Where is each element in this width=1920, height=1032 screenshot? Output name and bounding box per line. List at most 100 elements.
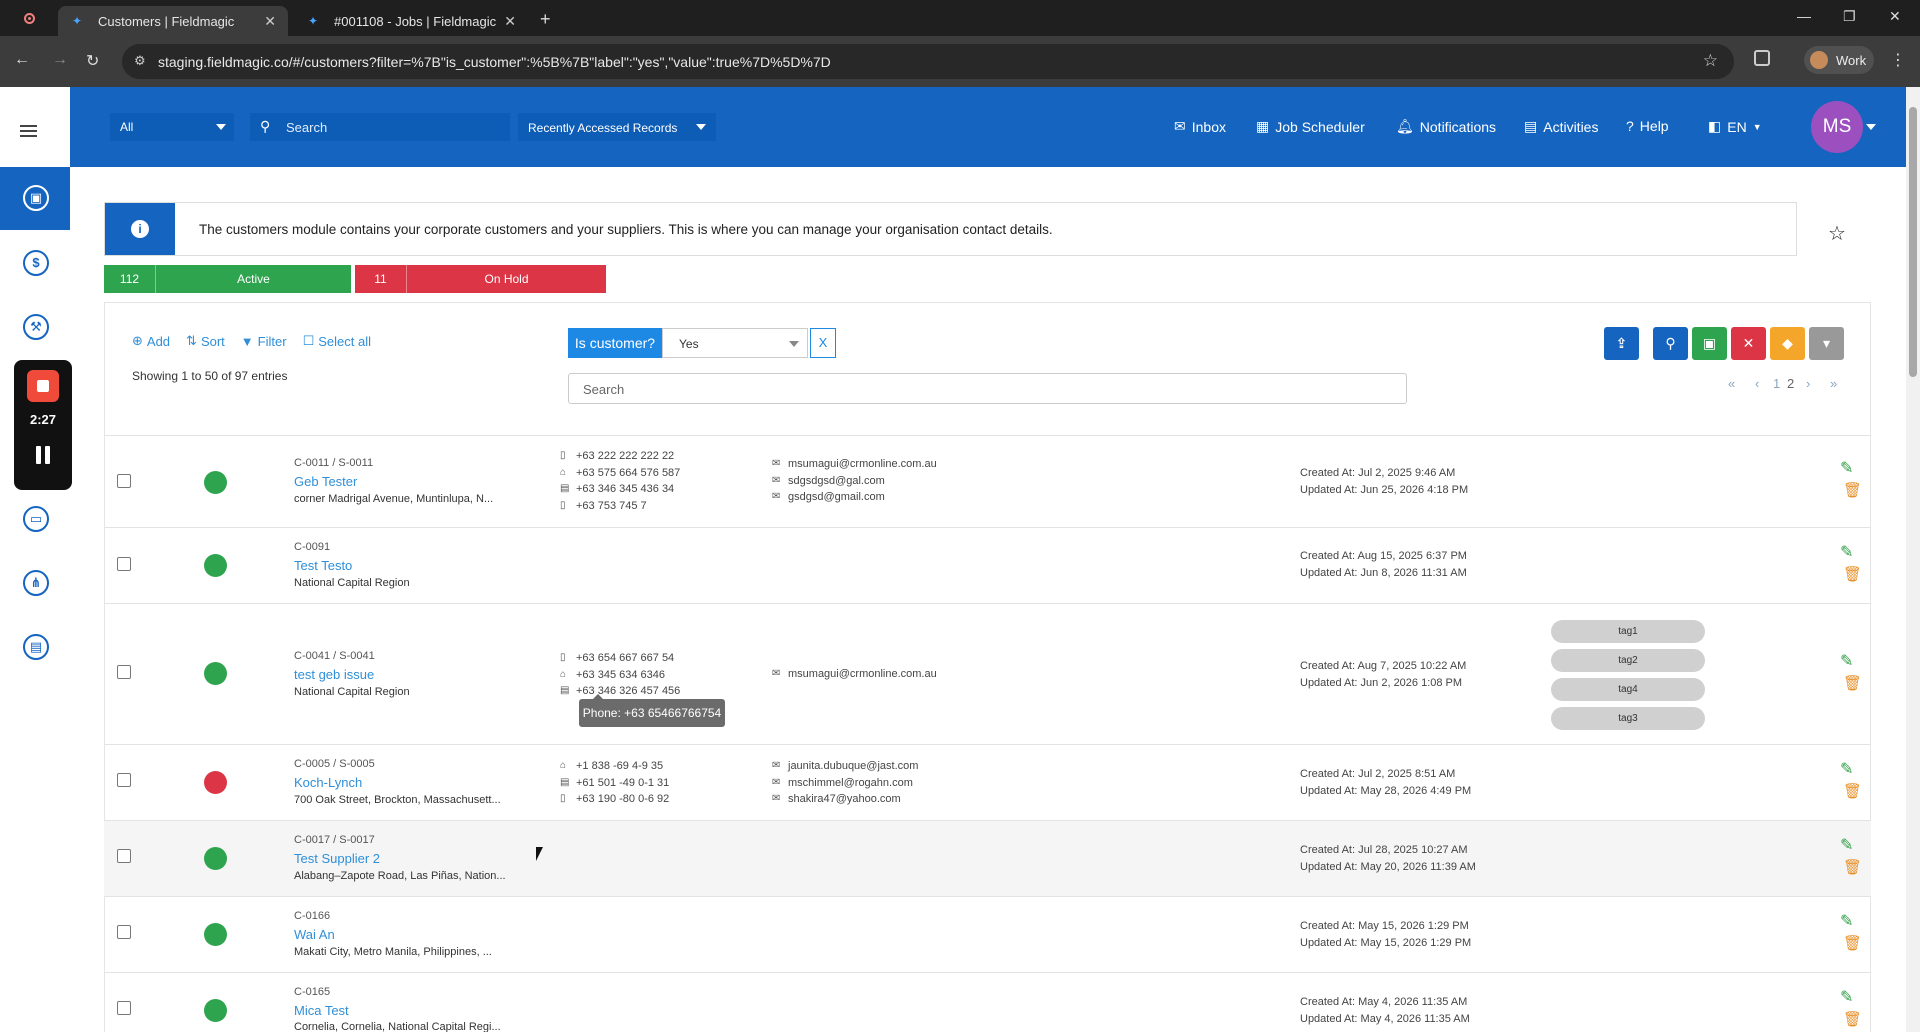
- phone-number[interactable]: +63 190 -80 0-6 92: [576, 791, 669, 808]
- phone-number[interactable]: +63 654 667 667 54: [576, 650, 674, 667]
- phone-number[interactable]: +63 346 345 436 34: [576, 481, 674, 498]
- global-search-input[interactable]: ⚲ Search: [250, 113, 510, 141]
- email-address[interactable]: shakira47@yahoo.com: [788, 791, 901, 808]
- hamburger-menu-icon[interactable]: [0, 87, 70, 167]
- bookmark-star-icon[interactable]: ☆: [1703, 51, 1718, 71]
- status-filter-active[interactable]: 112 Active: [104, 265, 351, 293]
- email-address[interactable]: sdgsdgsd@gal.com: [788, 473, 885, 490]
- phone-number[interactable]: +63 346 326 457 456: [576, 683, 680, 700]
- row-checkbox[interactable]: [117, 925, 131, 939]
- reload-icon[interactable]: ↻: [86, 51, 99, 71]
- close-window-icon[interactable]: ✕: [1889, 8, 1901, 25]
- trash-icon[interactable]: 🗑︎: [1843, 782, 1862, 800]
- more-actions-button[interactable]: ▾: [1809, 327, 1844, 360]
- edit-pencil-icon[interactable]: ✎: [1840, 458, 1853, 478]
- dollar-icon[interactable]: $: [23, 250, 49, 276]
- edit-pencil-icon[interactable]: ✎: [1840, 987, 1853, 1007]
- workflow-icon[interactable]: ⋔: [23, 570, 49, 596]
- table-row[interactable]: C-0166 Wai An Makati City, Metro Manila,…: [104, 896, 1871, 972]
- email-address[interactable]: msumagui@crmonline.com.au: [788, 456, 937, 473]
- customer-name-link[interactable]: Koch-Lynch: [294, 775, 362, 790]
- pause-icon[interactable]: [36, 446, 50, 464]
- status-filter-on-hold[interactable]: 11 On Hold: [355, 265, 606, 293]
- page-2[interactable]: 2: [1787, 376, 1794, 391]
- add-button[interactable]: ⊕ Add: [132, 333, 170, 349]
- table-row[interactable]: C-0011 / S-0011 Geb Tester corner Madrig…: [104, 435, 1871, 527]
- email-address[interactable]: mschimmel@rogahn.com: [788, 775, 913, 792]
- wrench-icon[interactable]: ⚒: [23, 314, 49, 340]
- trash-icon[interactable]: 🗑︎: [1843, 481, 1862, 499]
- trash-icon[interactable]: 🗑︎: [1843, 565, 1862, 583]
- document-icon[interactable]: ▤: [23, 634, 49, 660]
- email-address[interactable]: gsdgsd@gmail.com: [788, 489, 885, 506]
- row-checkbox[interactable]: [117, 1001, 131, 1015]
- table-row[interactable]: C-0041 / S-0041 test geb issue National …: [104, 603, 1871, 744]
- nav-activities[interactable]: ▤ Activities: [1524, 118, 1598, 135]
- customer-name-link[interactable]: Mica Test: [294, 1003, 349, 1018]
- customer-name-link[interactable]: test geb issue: [294, 667, 374, 682]
- table-row[interactable]: C-0005 / S-0005 Koch-Lynch 700 Oak Stree…: [104, 744, 1871, 820]
- row-checkbox[interactable]: [117, 849, 131, 863]
- row-checkbox[interactable]: [117, 474, 131, 488]
- edit-pencil-icon[interactable]: ✎: [1840, 835, 1853, 855]
- address-bar[interactable]: ⚙ staging.fieldmagic.co/#/customers?filt…: [122, 44, 1734, 79]
- customer-name-link[interactable]: Test Supplier 2: [294, 851, 380, 866]
- minimize-icon[interactable]: —: [1797, 8, 1811, 24]
- trash-icon[interactable]: 🗑︎: [1843, 858, 1862, 876]
- prev-page-icon[interactable]: ‹: [1755, 376, 1759, 391]
- table-row[interactable]: C-0091 Test Testo National Capital Regio…: [104, 527, 1871, 603]
- site-settings-icon[interactable]: ⚙: [134, 53, 146, 69]
- phone-number[interactable]: +63 222 222 222 22: [576, 448, 674, 465]
- row-checkbox[interactable]: [117, 557, 131, 571]
- window-icon[interactable]: ▭: [23, 506, 49, 532]
- customer-name-link[interactable]: Geb Tester: [294, 474, 357, 489]
- next-page-icon[interactable]: ›: [1806, 376, 1810, 391]
- page-1[interactable]: 1: [1773, 376, 1780, 391]
- phone-number[interactable]: +63 575 664 576 587: [576, 465, 680, 482]
- edit-pencil-icon[interactable]: ✎: [1840, 542, 1853, 562]
- close-tab-icon[interactable]: ✕: [264, 13, 276, 30]
- module-select[interactable]: All: [110, 113, 234, 141]
- trash-icon[interactable]: 🗑︎: [1843, 1010, 1862, 1028]
- tag-chip[interactable]: tag1: [1551, 620, 1705, 643]
- row-checkbox[interactable]: [117, 665, 131, 679]
- last-page-icon[interactable]: »: [1830, 376, 1837, 391]
- sort-button[interactable]: ⇅ Sort: [186, 333, 225, 349]
- tag-chip[interactable]: tag2: [1551, 649, 1705, 672]
- customer-name-link[interactable]: Test Testo: [294, 558, 352, 573]
- profile-button[interactable]: Work: [1804, 46, 1874, 74]
- email-address[interactable]: jaunita.dubuque@jast.com: [788, 758, 918, 775]
- save-filter-button[interactable]: ▣: [1692, 327, 1727, 360]
- nav-inbox[interactable]: ✉ Inbox: [1174, 118, 1226, 135]
- close-tab-icon[interactable]: ✕: [504, 13, 516, 30]
- recently-accessed-dropdown[interactable]: Recently Accessed Records: [518, 113, 716, 141]
- edit-pencil-icon[interactable]: ✎: [1840, 759, 1853, 779]
- extensions-icon[interactable]: [1754, 50, 1770, 66]
- tag-chip[interactable]: tag3: [1551, 707, 1705, 730]
- clear-all-button[interactable]: ✕: [1731, 327, 1766, 360]
- page-scrollbar[interactable]: [1906, 87, 1920, 1032]
- chevron-down-icon[interactable]: [1866, 124, 1876, 130]
- phone-number[interactable]: +1 838 -69 4-9 35: [576, 758, 663, 775]
- nav-job-scheduler[interactable]: ▦ Job Scheduler: [1256, 118, 1365, 135]
- email-address[interactable]: msumagui@crmonline.com.au: [788, 666, 937, 683]
- trash-icon[interactable]: 🗑︎: [1843, 934, 1862, 952]
- phone-number[interactable]: +63 345 634 6346: [576, 667, 665, 684]
- export-button[interactable]: ⇪: [1604, 327, 1639, 360]
- nav-notifications[interactable]: 🔔︎ Notifications: [1396, 118, 1496, 135]
- table-row[interactable]: C-0165 Mica Test Cornelia, Cornelia, Nat…: [104, 972, 1871, 1032]
- customer-name-link[interactable]: Wai An: [294, 927, 335, 942]
- browser-tab-customers[interactable]: ✦ Customers | Fieldmagic ✕: [58, 6, 288, 36]
- tag-button[interactable]: ◆: [1770, 327, 1805, 360]
- phone-number[interactable]: +61 501 -49 0-1 31: [576, 775, 669, 792]
- clear-filter-button[interactable]: X: [810, 328, 836, 358]
- phone-number[interactable]: +63 753 745 7: [576, 498, 647, 515]
- first-page-icon[interactable]: «: [1728, 376, 1735, 391]
- edit-pencil-icon[interactable]: ✎: [1840, 911, 1853, 931]
- new-tab-icon[interactable]: +: [540, 9, 551, 30]
- trash-icon[interactable]: 🗑︎: [1843, 674, 1862, 692]
- tag-chip[interactable]: tag4: [1551, 678, 1705, 701]
- forward-icon[interactable]: →: [52, 51, 68, 69]
- user-avatar[interactable]: MS: [1811, 101, 1863, 153]
- favorite-star-icon[interactable]: ☆: [1828, 221, 1846, 246]
